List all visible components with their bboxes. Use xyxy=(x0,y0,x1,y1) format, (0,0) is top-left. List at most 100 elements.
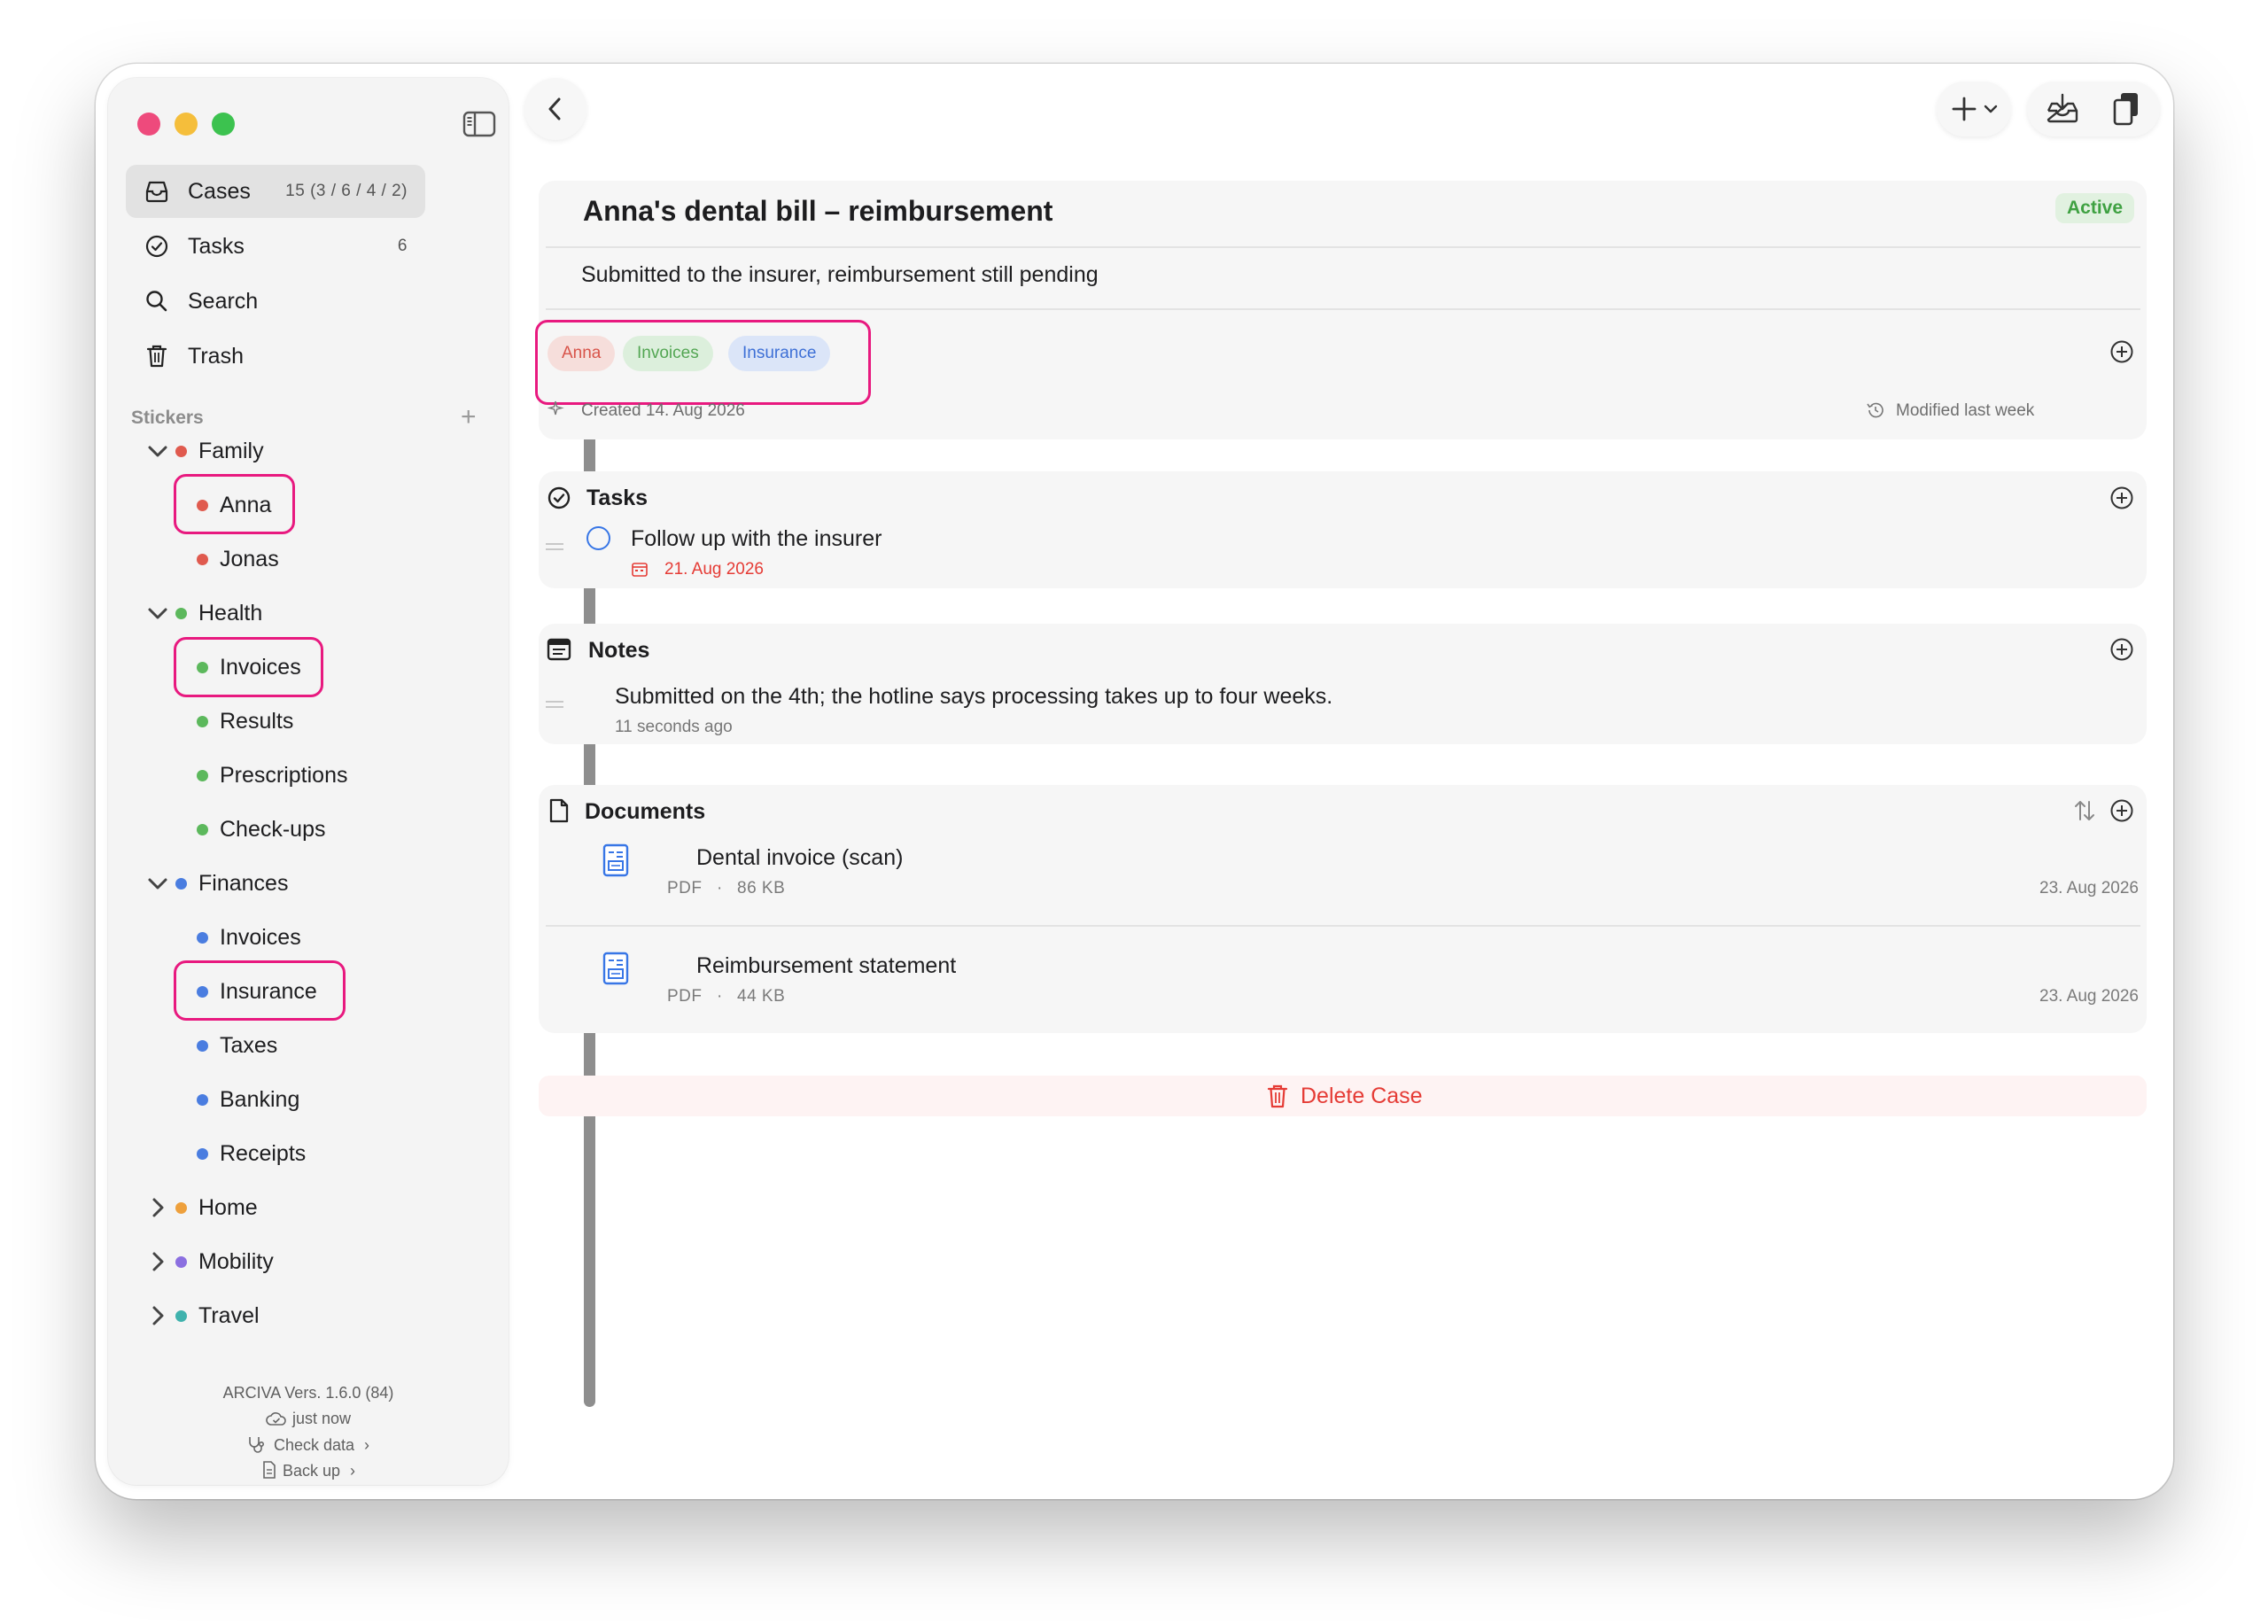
case-description[interactable]: Submitted to the insurer, reimbursement … xyxy=(581,262,1099,288)
document-meta-separator: · xyxy=(717,987,723,1006)
add-note-icon[interactable] xyxy=(2109,636,2135,663)
document-name[interactable]: Dental invoice (scan) xyxy=(696,845,903,871)
nav-label-cases: Cases xyxy=(188,178,251,204)
add-task-icon[interactable] xyxy=(2109,485,2135,511)
sticker-label-mobility: Mobility xyxy=(198,1248,274,1274)
add-document-icon[interactable] xyxy=(2109,797,2135,824)
sticker-dot-results xyxy=(197,715,208,727)
back-up-link[interactable]: Back up › xyxy=(108,1461,509,1480)
document-icon xyxy=(549,798,569,823)
document-type: PDF xyxy=(667,879,703,897)
note-text[interactable]: Submitted on the 4th; the hotline says p… xyxy=(615,684,1332,710)
sticker-item-check-ups[interactable]: Check-ups xyxy=(108,807,509,851)
sticker-label-health: Health xyxy=(198,600,263,626)
sticker-group-finances[interactable]: Finances xyxy=(108,861,509,905)
sticker-group-home[interactable]: Home xyxy=(108,1185,509,1230)
cloud-check-icon xyxy=(266,1412,286,1426)
highlight-box-tags xyxy=(535,320,871,405)
calendar-icon xyxy=(632,563,648,577)
note-icon xyxy=(547,638,571,661)
add-tag-icon[interactable] xyxy=(2109,338,2135,365)
task-complete-checkbox[interactable] xyxy=(586,526,610,550)
note-timestamp: 11 seconds ago xyxy=(615,718,733,736)
sidebar-toggle-icon[interactable] xyxy=(462,110,496,138)
maximize-window-button[interactable] xyxy=(212,113,235,136)
chevron-down-icon[interactable] xyxy=(147,440,168,462)
highlight-box-insurance xyxy=(174,960,346,1021)
duplicate-document-icon[interactable] xyxy=(2111,90,2141,128)
chevron-down-icon xyxy=(1984,105,1998,113)
chevron-down-icon[interactable] xyxy=(147,602,168,624)
sticker-label-results: Results xyxy=(220,708,294,734)
delete-case-label: Delete Case xyxy=(1301,1084,1423,1108)
task-due-date: 21. Aug 2026 xyxy=(664,560,764,579)
tasks-card: Tasks Follow up with the insurer 21. Aug… xyxy=(539,471,2147,588)
sticker-label-prescriptions: Prescriptions xyxy=(220,762,348,788)
sticker-item-results[interactable]: Results xyxy=(108,699,509,743)
minimize-window-button[interactable] xyxy=(175,113,198,136)
magnifier-icon xyxy=(146,291,167,312)
delete-case-button[interactable]: Delete Case xyxy=(539,1076,2147,1116)
add-sticker-button[interactable]: + xyxy=(461,404,477,431)
chevron-down-icon[interactable] xyxy=(147,873,168,894)
add-menu-button[interactable] xyxy=(1937,82,2011,136)
sticker-item-finance-invoices[interactable]: Invoices xyxy=(108,915,509,960)
sticker-dot-taxes xyxy=(197,1039,208,1052)
tasks-count: 6 xyxy=(397,237,408,255)
sticker-item-banking[interactable]: Banking xyxy=(108,1077,509,1122)
documents-card: Documents Dental invoice (scan) PDF · 86… xyxy=(539,785,2147,1033)
nav-label-search: Search xyxy=(188,288,259,314)
back-button[interactable] xyxy=(524,78,586,140)
sticker-group-mobility[interactable]: Mobility xyxy=(108,1239,509,1284)
highlight-box-anna xyxy=(174,474,295,534)
sync-status: just now xyxy=(108,1410,509,1428)
divider xyxy=(546,925,2140,927)
sticker-dot-banking xyxy=(197,1093,208,1106)
sticker-label-finance-invoices: Invoices xyxy=(220,924,301,950)
sticker-label-banking: Banking xyxy=(220,1086,300,1112)
chevron-right-icon[interactable] xyxy=(147,1305,168,1326)
trash-icon xyxy=(146,345,167,368)
sidebar: Cases 15 (3 / 6 / 4 / 2) Tasks 6 Search xyxy=(108,78,509,1485)
toolbar-action-group xyxy=(2027,82,2160,136)
task-title[interactable]: Follow up with the insurer xyxy=(631,526,882,552)
sticker-dot-health xyxy=(175,607,187,619)
nav-item-cases[interactable]: Cases 15 (3 / 6 / 4 / 2) xyxy=(126,165,425,218)
sticker-group-family[interactable]: Family xyxy=(108,429,509,473)
chevron-right-icon[interactable] xyxy=(147,1197,168,1218)
history-clock-icon xyxy=(1867,402,1884,418)
sticker-item-anna[interactable]: Anna xyxy=(108,483,509,527)
case-title[interactable]: Anna's dental bill – reimbursement xyxy=(583,195,1052,228)
import-tray-icon[interactable] xyxy=(2045,93,2080,125)
drag-handle-icon[interactable] xyxy=(546,700,563,709)
drag-handle-icon[interactable] xyxy=(546,542,563,551)
document-size: 44 KB xyxy=(737,987,786,1006)
sticker-label-check-ups: Check-ups xyxy=(220,816,326,842)
checkmark-circle-icon xyxy=(548,486,571,509)
sticker-dot-finance-invoices xyxy=(197,931,208,944)
sticker-dot-prescriptions xyxy=(197,769,208,781)
sync-status-text: just now xyxy=(291,1410,352,1427)
check-data-link[interactable]: Check data › xyxy=(108,1435,509,1455)
sticker-group-health[interactable]: Health xyxy=(108,591,509,635)
close-window-button[interactable] xyxy=(137,113,160,136)
sticker-item-receipts[interactable]: Receipts xyxy=(108,1131,509,1176)
sort-arrows-icon[interactable] xyxy=(2073,797,2096,824)
app-version: ARCIVA Vers. 1.6.0 (84) xyxy=(222,1384,394,1402)
pdf-document-icon xyxy=(602,843,629,877)
sticker-item-jonas[interactable]: Jonas xyxy=(108,537,509,581)
sticker-dot-finances xyxy=(175,877,187,890)
status-badge[interactable]: Active xyxy=(2055,193,2135,223)
sticker-dot-jonas xyxy=(197,553,208,565)
sticker-item-taxes[interactable]: Taxes xyxy=(108,1023,509,1068)
chevron-right-icon[interactable] xyxy=(147,1251,168,1272)
nav-item-trash[interactable]: Trash xyxy=(126,330,425,383)
sticker-item-prescriptions[interactable]: Prescriptions xyxy=(108,753,509,797)
document-name[interactable]: Reimbursement statement xyxy=(696,953,956,979)
notes-heading: Notes xyxy=(588,638,650,663)
back-up-label: Back up xyxy=(282,1462,341,1480)
sticker-group-travel[interactable]: Travel xyxy=(108,1294,509,1338)
nav-item-tasks[interactable]: Tasks 6 xyxy=(126,220,425,273)
document-meta-separator: · xyxy=(717,879,723,897)
nav-item-search[interactable]: Search xyxy=(126,275,425,328)
